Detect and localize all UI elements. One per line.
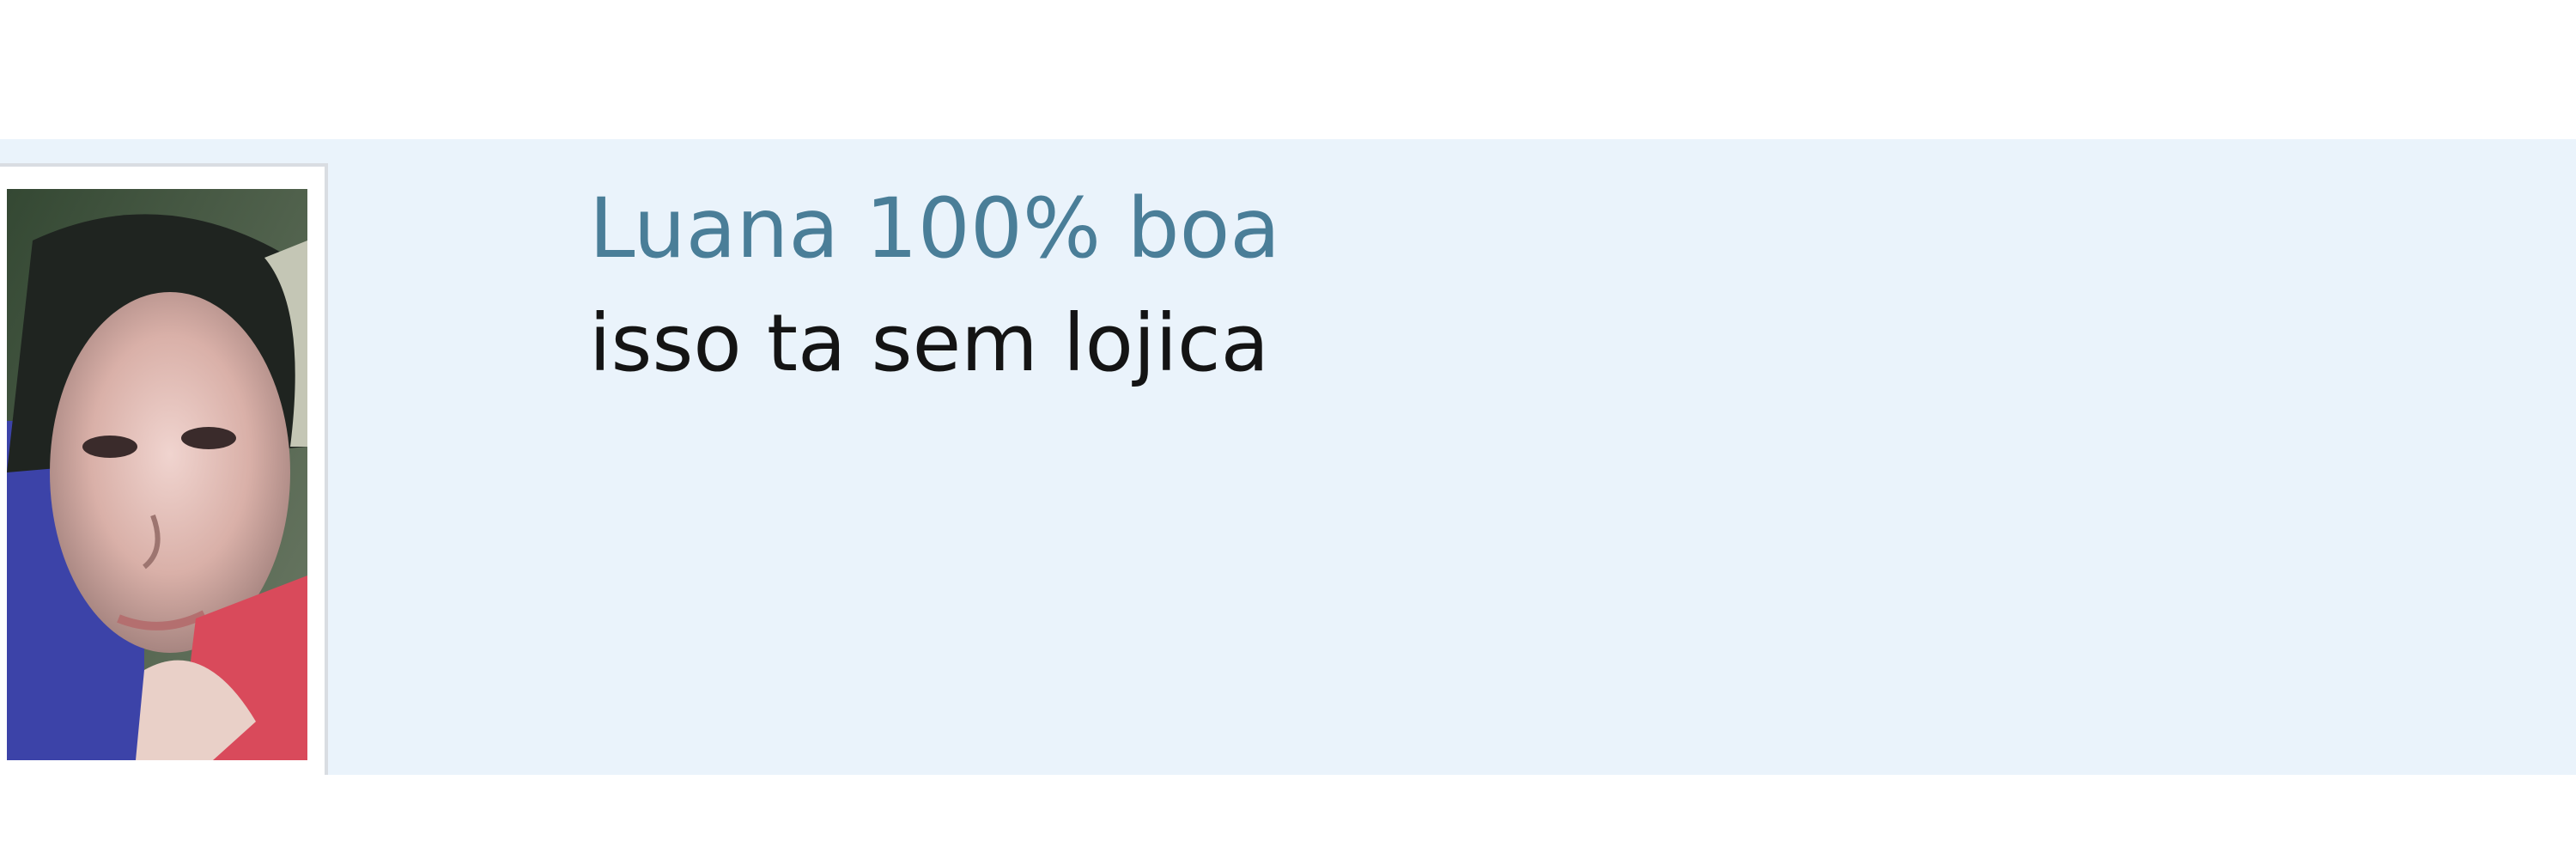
comment-body: Luana 100% boa isso ta sem lojica	[589, 177, 2478, 393]
user-photo-icon	[7, 189, 307, 760]
comment-page: Luana 100% boa isso ta sem lojica	[0, 0, 2576, 859]
avatar[interactable]	[7, 189, 307, 760]
author-name-link[interactable]: Luana 100% boa	[589, 177, 2478, 280]
comment-message: isso ta sem lojica	[589, 297, 1269, 389]
